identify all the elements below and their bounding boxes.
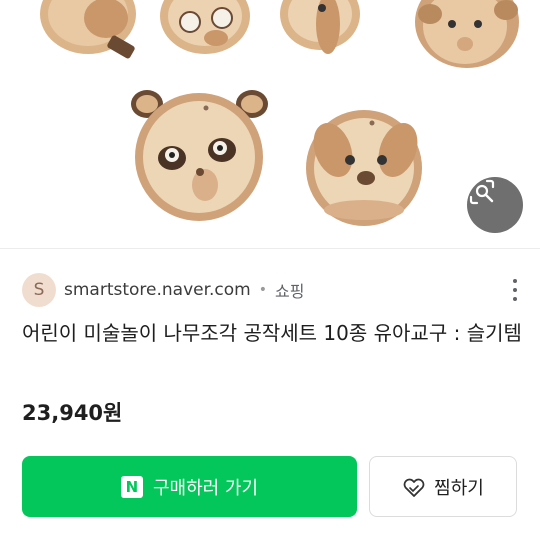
wood-craft-4 <box>415 0 519 68</box>
naver-n-icon: N <box>120 475 143 498</box>
site-favicon: S <box>22 273 56 307</box>
wood-craft-dog <box>306 110 422 226</box>
wood-craft-3 <box>280 0 360 54</box>
wooden-crafts-illustration <box>40 0 519 226</box>
image-search-button[interactable] <box>467 177 523 233</box>
category-label: 쇼핑 <box>275 282 305 301</box>
site-domain[interactable]: smartstore.naver.com <box>64 280 251 300</box>
wood-craft-1 <box>40 0 136 59</box>
buy-button[interactable]: N 구매하러 가기 <box>22 456 357 517</box>
wood-craft-2 <box>160 0 250 54</box>
wood-craft-panda <box>131 90 268 221</box>
product-image[interactable] <box>0 0 540 248</box>
save-button[interactable]: 찜하기 <box>369 456 517 517</box>
save-button-label: 찜하기 <box>434 477 484 499</box>
buy-button-label: 구매하러 가기 <box>152 477 259 499</box>
lens-search-icon <box>469 179 495 205</box>
more-vertical-icon[interactable] <box>505 279 525 301</box>
product-title[interactable]: 어린이 미술놀이 나무조각 공작세트 10종 유아교구 : 슬기템 <box>22 316 522 350</box>
source-row[interactable]: S smartstore.naver.com • 쇼핑 <box>22 272 522 308</box>
divider <box>0 248 540 249</box>
product-price: 23,940원 <box>22 401 123 425</box>
heart-outline-icon <box>403 478 425 497</box>
separator-dot: • <box>258 282 268 298</box>
